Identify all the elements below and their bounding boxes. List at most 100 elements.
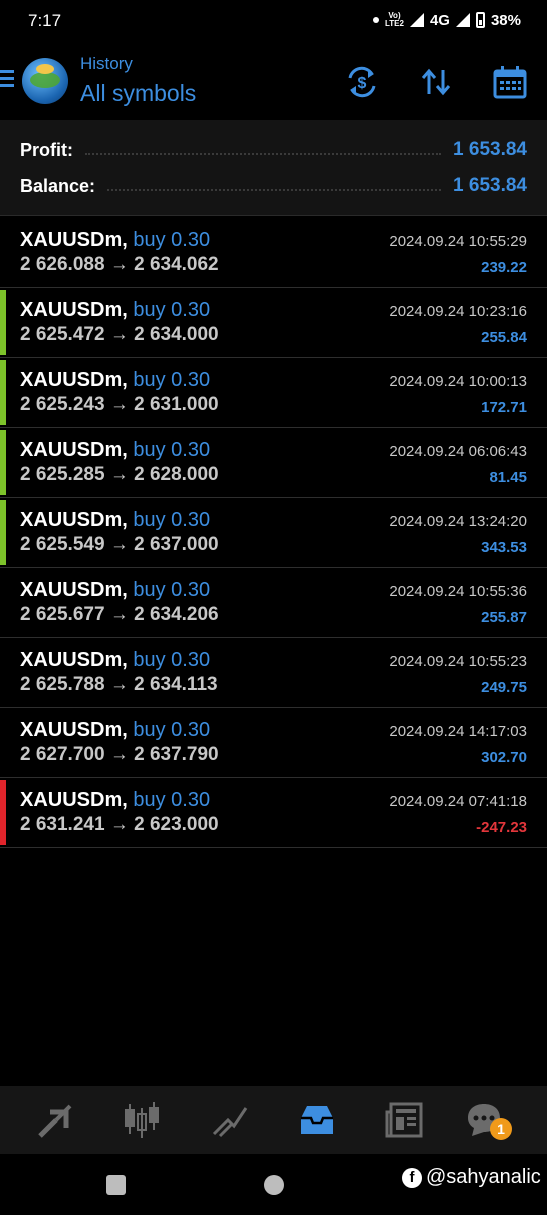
recent-apps-button[interactable]: [106, 1175, 126, 1195]
network-type: 4G: [429, 11, 450, 29]
battery-icon: [475, 12, 485, 28]
result-indicator-bar: [0, 570, 6, 635]
trade-profit: 81.45: [489, 469, 527, 486]
result-indicator-bar: [0, 220, 6, 285]
trade-row[interactable]: XAUUSDm, buy 0.30 2 625.677 → 2 634.206 20…: [0, 568, 547, 638]
result-indicator-bar: [0, 500, 6, 565]
trade-symbol: XAUUSDm,: [20, 229, 128, 251]
trade-profit: 343.53: [481, 539, 527, 556]
balance-label: Balance:: [20, 175, 96, 196]
history-icon[interactable]: [297, 1100, 337, 1140]
trade-row[interactable]: XAUUSDm, buy 0.30 2 627.700 → 2 637.790 20…: [0, 708, 547, 778]
chart-icon[interactable]: [122, 1100, 162, 1140]
news-icon[interactable]: [385, 1100, 425, 1140]
menu-icon[interactable]: [0, 70, 14, 90]
close-price: 2 634.062: [134, 254, 219, 275]
close-price: 2 637.000: [134, 534, 219, 555]
metatrader-logo: [22, 58, 68, 104]
volte-icon: Vo) LTE2: [384, 11, 404, 28]
calendar-icon[interactable]: [492, 64, 528, 100]
trade-side: buy 0.30: [133, 439, 211, 461]
trade-row[interactable]: XAUUSDm, buy 0.30 2 625.788 → 2 634.113 20…: [0, 638, 547, 708]
trade-datetime: 2024.09.24 13:24:20: [389, 513, 527, 530]
trade-row[interactable]: XAUUSDm, buy 0.30 2 625.285 → 2 628.000 20…: [0, 428, 547, 498]
trade-side: buy 0.30: [133, 369, 211, 391]
trade-datetime: 2024.09.24 10:55:36: [389, 583, 527, 600]
profit-row: Profit: 1 653.84: [20, 138, 527, 162]
svg-text:$: $: [358, 75, 367, 92]
arrow-right-icon: →: [109, 394, 129, 415]
trade-symbol-line: XAUUSDm, buy 0.30: [20, 789, 210, 812]
trade-side: buy 0.30: [133, 579, 211, 601]
open-price: 2 625.549: [20, 534, 105, 555]
bottom-nav: [0, 1086, 547, 1154]
watermark: f @sahyanalic: [402, 1166, 541, 1189]
result-indicator-bar: [0, 640, 6, 705]
signal-icon: [409, 13, 424, 27]
trade-symbol-line: XAUUSDm, buy 0.30: [20, 229, 210, 252]
result-indicator-bar: [0, 290, 6, 355]
result-indicator-bar: [0, 780, 6, 845]
header-subtitle: History: [80, 54, 133, 73]
open-price: 2 626.088: [20, 254, 105, 275]
battery-percent: 38%: [490, 11, 521, 29]
watermark-text: @sahyanalic: [426, 1166, 541, 1188]
trade-row[interactable]: XAUUSDm, buy 0.30 2 626.088 → 2 634.062 20…: [0, 218, 547, 288]
account-summary: Profit: 1 653.84 Balance: 1 653.84: [0, 120, 547, 216]
trade-prices: 2 625.243 → 2 631.000: [20, 394, 219, 416]
trade-symbol-line: XAUUSDm, buy 0.30: [20, 579, 210, 602]
close-price: 2 623.000: [134, 814, 219, 835]
balance-row: Balance: 1 653.84: [20, 174, 527, 198]
trade-symbol: XAUUSDm,: [20, 299, 128, 321]
quotes-icon[interactable]: [36, 1100, 76, 1140]
trade-datetime: 2024.09.24 06:06:43: [389, 443, 527, 460]
trade-symbol-line: XAUUSDm, buy 0.30: [20, 649, 210, 672]
trade-prices: 2 626.088 → 2 634.062: [20, 254, 219, 276]
trade-profit: 255.84: [481, 329, 527, 346]
trade-profit: 249.75: [481, 679, 527, 696]
trade-profit: -247.23: [476, 819, 527, 836]
trade-prices: 2 625.788 → 2 634.113: [20, 674, 218, 696]
open-price: 2 627.700: [20, 744, 105, 765]
home-button[interactable]: [264, 1175, 284, 1195]
trade-symbol-line: XAUUSDm, buy 0.30: [20, 509, 210, 532]
profit-value: 1 653.84: [453, 139, 527, 160]
trade-row[interactable]: XAUUSDm, buy 0.30 2 631.241 → 2 623.000 20…: [0, 778, 547, 848]
result-indicator-bar: [0, 430, 6, 495]
chat-badge: 1: [490, 1118, 512, 1140]
trade-datetime: 2024.09.24 07:41:18: [389, 793, 527, 810]
app-header: History All symbols $: [0, 40, 547, 120]
signal-2-icon: [455, 13, 470, 27]
trade-datetime: 2024.09.24 10:00:13: [389, 373, 527, 390]
trade-icon[interactable]: [210, 1100, 250, 1140]
trade-prices: 2 625.285 → 2 628.000: [20, 464, 219, 486]
trade-row[interactable]: XAUUSDm, buy 0.30 2 625.472 → 2 634.000 20…: [0, 288, 547, 358]
trade-symbol: XAUUSDm,: [20, 509, 128, 531]
arrow-right-icon: →: [109, 534, 129, 555]
open-price: 2 625.243: [20, 394, 105, 415]
trade-prices: 2 625.549 → 2 637.000: [20, 534, 219, 556]
trade-row[interactable]: XAUUSDm, buy 0.30 2 625.243 → 2 631.000 20…: [0, 358, 547, 428]
open-price: 2 625.472: [20, 324, 105, 345]
trade-prices: 2 625.677 → 2 634.206: [20, 604, 219, 626]
sort-icon[interactable]: [418, 64, 454, 100]
profit-label: Profit:: [20, 139, 73, 160]
close-price: 2 634.206: [134, 604, 219, 625]
trade-side: buy 0.30: [133, 649, 211, 671]
trade-datetime: 2024.09.24 10:55:29: [389, 233, 527, 250]
trade-prices: 2 627.700 → 2 637.790: [20, 744, 219, 766]
close-price: 2 634.000: [134, 324, 219, 345]
currency-exchange-icon[interactable]: $: [344, 64, 380, 100]
open-price: 2 625.677: [20, 604, 105, 625]
close-price: 2 628.000: [134, 464, 219, 485]
trade-symbol: XAUUSDm,: [20, 649, 128, 671]
open-price: 2 625.285: [20, 464, 105, 485]
header-title[interactable]: All symbols: [80, 80, 196, 107]
arrow-right-icon: →: [109, 814, 129, 835]
trade-symbol: XAUUSDm,: [20, 439, 128, 461]
trade-row[interactable]: XAUUSDm, buy 0.30 2 625.549 → 2 637.000 20…: [0, 498, 547, 568]
status-bar: 7:17 Vo) LTE2 4G 38%: [0, 0, 547, 40]
dotted-leader: [85, 153, 442, 155]
close-price: 2 637.790: [134, 744, 219, 765]
trade-prices: 2 631.241 → 2 623.000: [20, 814, 219, 836]
